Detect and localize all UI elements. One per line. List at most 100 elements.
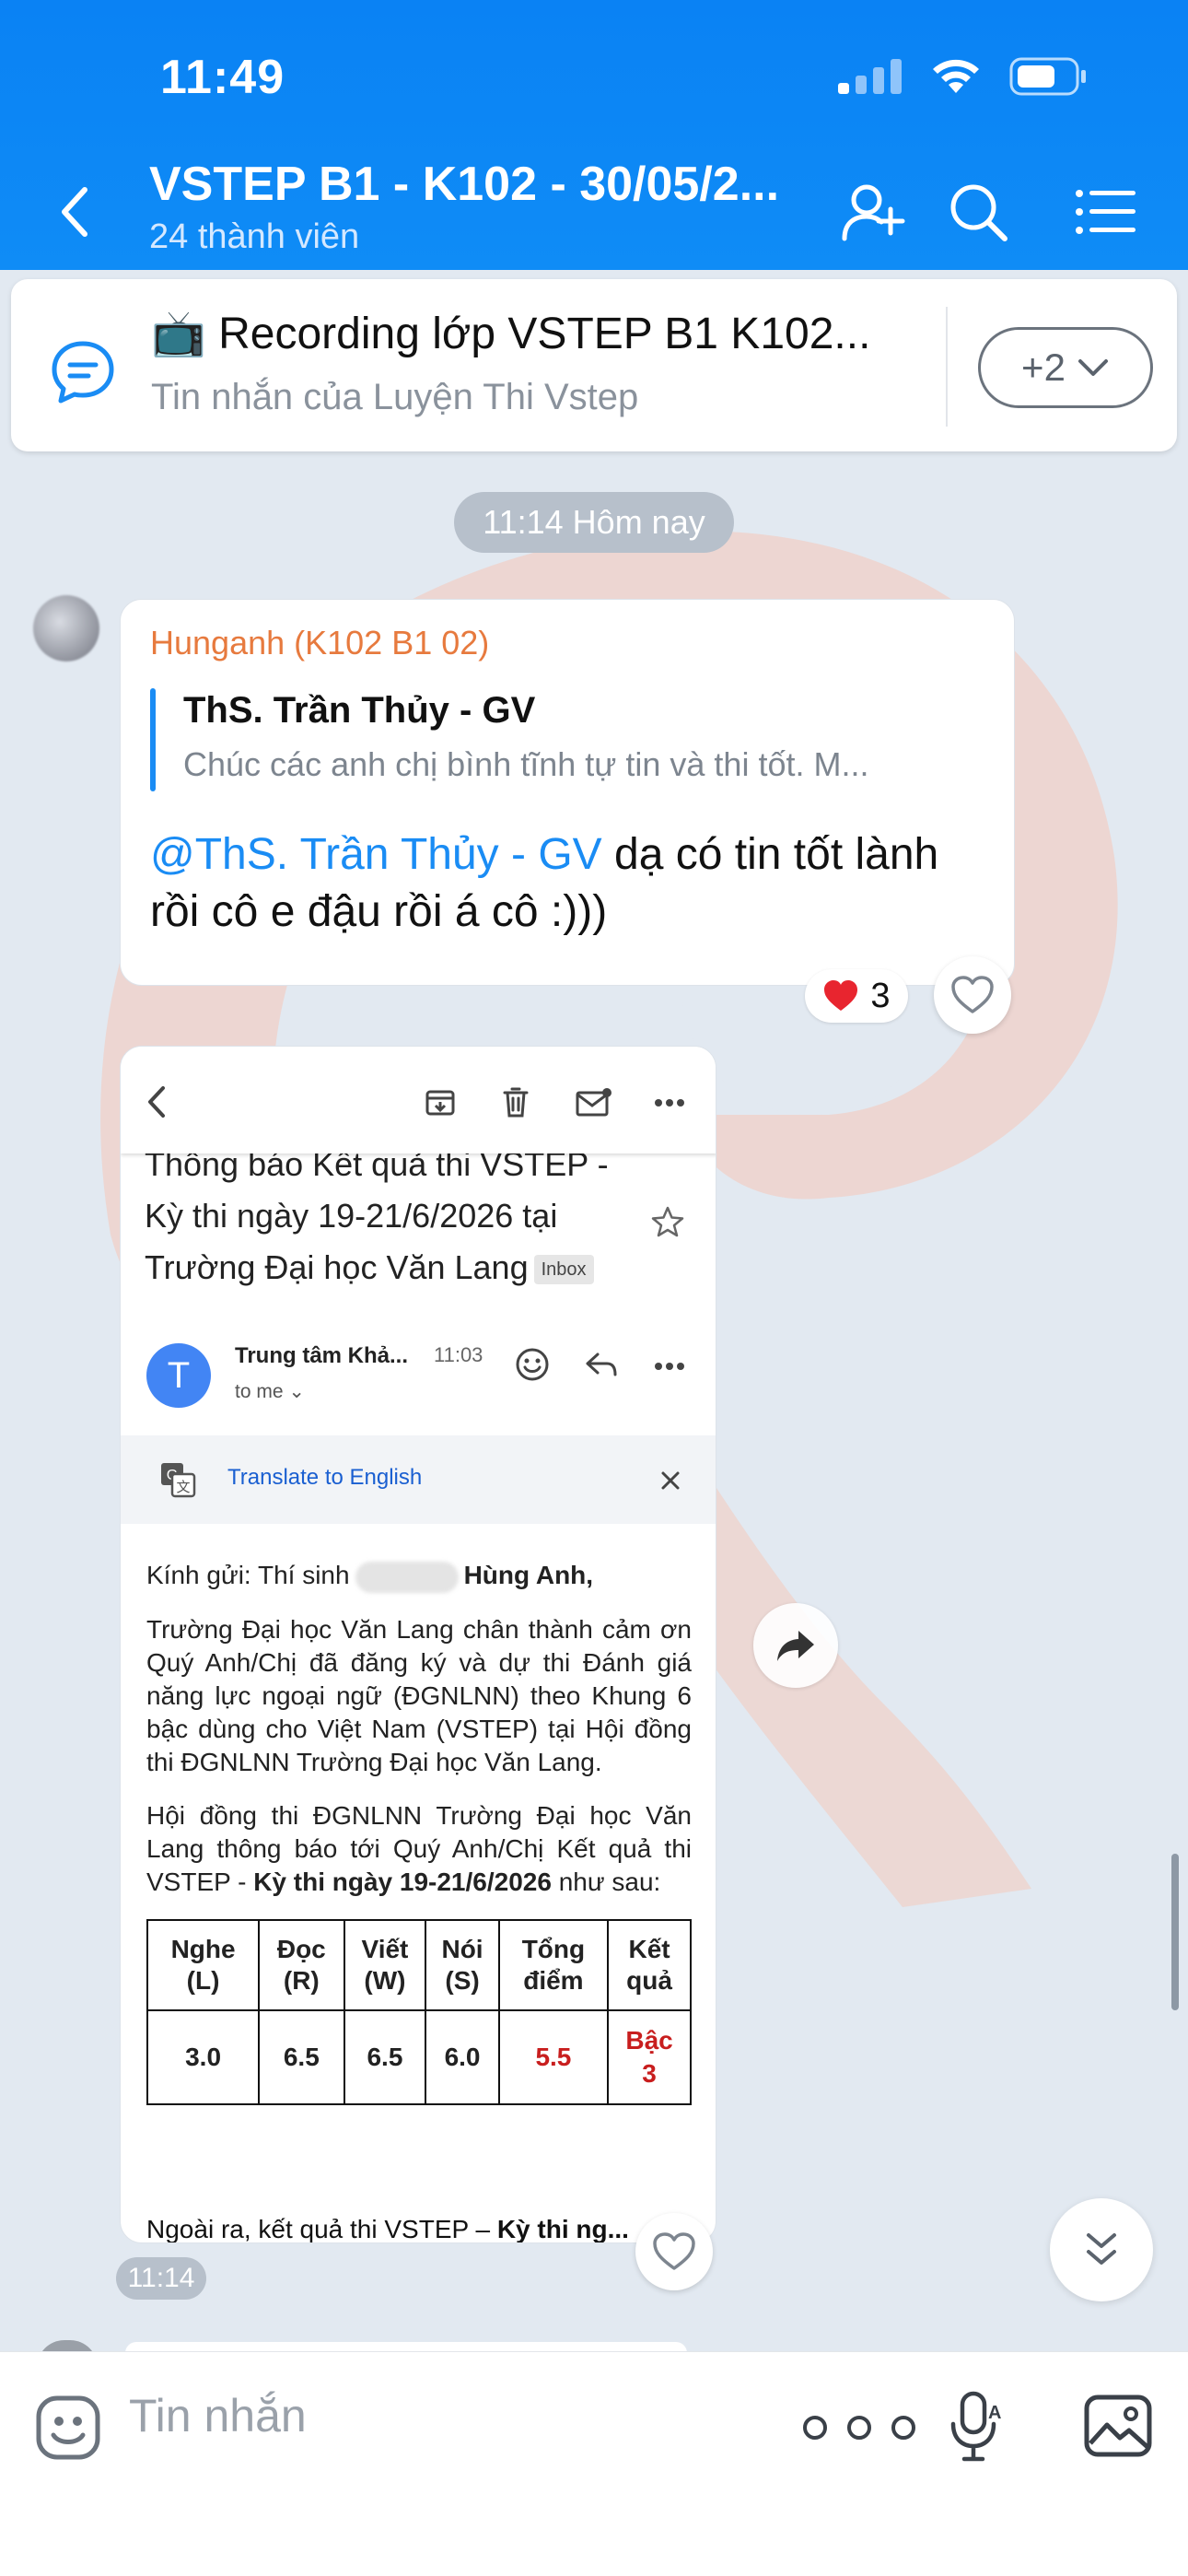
reaction-badge[interactable]: 3 (805, 969, 908, 1023)
greeting-prefix: Kính gửi: Thí sinh (146, 1561, 350, 1589)
quoted-author[interactable]: ThS. Trần Thủy - GV (183, 690, 535, 732)
list-menu-icon (1076, 190, 1136, 234)
photo-button[interactable] (1079, 2389, 1157, 2463)
level-text: Bậc (625, 2025, 673, 2055)
header-total: Tổng điểm (497, 1918, 610, 2011)
header-text: Viết (361, 1934, 409, 1963)
scroll-to-bottom-button[interactable] (1050, 2198, 1153, 2301)
scrollbar[interactable] (1171, 1854, 1179, 2010)
email-paragraph: Hội đồng thi ĐGNLNN Trường Đại học Văn L… (146, 1799, 692, 1899)
footer-bold: Kỳ thi ng... (496, 2215, 629, 2243)
message-input[interactable]: Tin nhắn (129, 2389, 307, 2442)
chevron-left-icon (148, 1086, 165, 1118)
footer-prefix: Ngoài ra, kết quả thi VSTEP – (146, 2215, 497, 2243)
quoted-text[interactable]: Chúc các anh chị bình tĩnh tự tin và thi… (183, 745, 984, 784)
sender-name[interactable]: Hunganh (K102 B1 02) (150, 624, 489, 662)
chat-header: 11:49 VSTEP B1 - K102 - 30/05/2... 24 th… (0, 0, 1188, 270)
score-writing: 6.5 (343, 2008, 427, 2105)
para2-suffix: như sau: (551, 1867, 661, 1896)
header-writing: Viết (W) (343, 1918, 427, 2011)
email-recipient: to me ⌄ (235, 1380, 305, 1403)
tv-emoji: 📺 (151, 310, 206, 358)
wifi-icon (933, 59, 979, 93)
chevron-left-icon (62, 187, 87, 237)
status-bar-time: 11:49 (160, 51, 285, 104)
add-member-button[interactable] (836, 175, 910, 249)
message-bubble[interactable]: Hunganh (K102 B1 02) ThS. Trần Thủy - GV… (120, 599, 1015, 986)
search-icon (950, 184, 1007, 241)
battery-icon (1009, 57, 1086, 96)
score-reading: 6.5 (258, 2008, 345, 2105)
search-button[interactable] (941, 175, 1015, 249)
message-time: 11:14 (116, 2257, 206, 2300)
header-text: quả (626, 1965, 672, 1995)
quote-bar (150, 688, 156, 791)
mark-unread-icon (576, 1088, 611, 1117)
sticker-button[interactable] (31, 2391, 105, 2465)
more-pinned-button[interactable]: +2 (978, 327, 1153, 408)
emoji-react-icon (516, 1348, 549, 1381)
header-text: Nói (441, 1934, 483, 1963)
reply-icon (586, 1352, 617, 1376)
email-body: Kính gửi: Thí sinh Hùng Anh, Trường Đại h… (146, 1559, 692, 2105)
image-gallery-icon (1084, 2395, 1152, 2457)
like-button[interactable] (635, 2213, 713, 2290)
microphone-icon: A (950, 2391, 1001, 2462)
heart-outline-icon (653, 2232, 695, 2270)
exam-date: Kỳ thi ngày 19-21/6/2026 (253, 1867, 552, 1896)
add-person-icon (842, 184, 905, 241)
chat-bubble-icon (52, 341, 114, 404)
forward-button[interactable] (753, 1603, 838, 1688)
image-message[interactable]: Thông báo Kết quả thi VSTEP - Kỳ thi ngà… (120, 1046, 716, 2243)
header-text: (W) (364, 1965, 406, 1995)
pinned-title-text: Recording lớp VSTEP B1 K102... (218, 310, 871, 358)
more-options-icon (655, 1099, 684, 1107)
translate-link: Translate to English (227, 1465, 423, 1490)
redacted-name (355, 1561, 459, 1593)
trash-icon (503, 1087, 529, 1118)
chevron-down-icon: ⌄ (288, 1381, 305, 1402)
greeting-name: Hùng Anh, (463, 1561, 594, 1589)
share-forward-icon (777, 1631, 814, 1661)
status-icons (838, 57, 1087, 96)
score-table-row: 3.0 6.5 6.5 6.0 5.5 Bậc 3 (146, 2008, 692, 2105)
score-listening: 3.0 (146, 2008, 261, 2105)
email-sender-name: Trung tâm Khả... (235, 1343, 409, 1368)
sticker-icon (36, 2395, 100, 2460)
translate-icon: G文 (161, 1463, 196, 1498)
date-separator: 11:14 Hôm nay (454, 492, 734, 553)
header-text: (R) (283, 1965, 320, 1995)
close-icon (661, 1471, 680, 1490)
like-button[interactable] (934, 956, 1011, 1034)
pinned-message-source: Tin nhắn của Luyện Thi Vstep (151, 377, 639, 417)
message-composer: Tin nhắn A (0, 2351, 1188, 2576)
header-text: Kết (628, 1934, 670, 1963)
score-table: Nghe (L) Đọc (R) Viết (W) Nói (S) Tổng điểm K… (146, 1918, 692, 2105)
avatar[interactable] (33, 595, 99, 662)
svg-text:A: A (988, 2403, 1001, 2423)
score-table-header: Nghe (L) Đọc (R) Viết (W) Nói (S) Tổng điểm K… (146, 1918, 692, 2011)
more-options-icon (803, 2416, 915, 2440)
inbox-label: Inbox (533, 1255, 594, 1285)
header-result: Kết quả (607, 1918, 692, 2011)
email-recipient-text: to me (235, 1381, 284, 1402)
svg-text:文: 文 (176, 1480, 190, 1495)
pinned-message-bar[interactable]: 📺 Recording lớp VSTEP B1 K102... Tin nhắ… (11, 279, 1177, 451)
menu-button[interactable] (1068, 175, 1142, 249)
email-time: 11:03 (434, 1343, 483, 1366)
member-count[interactable]: 24 thành viên (149, 217, 359, 257)
more-options-button[interactable] (799, 2400, 919, 2455)
heart-icon (824, 980, 858, 1011)
chevron-down-icon (1077, 359, 1108, 376)
chat-title[interactable]: VSTEP B1 - K102 - 30/05/2... (149, 157, 803, 212)
back-button[interactable] (57, 175, 103, 249)
voice-message-button[interactable]: A (943, 2387, 1007, 2466)
header-text: Đọc (276, 1934, 326, 1963)
message-text: @ThS. Trần Thủy - GV dạ có tin tốt lành … (150, 826, 997, 941)
mention-link[interactable]: @ThS. Trần Thủy - GV (150, 830, 602, 879)
email-sender-avatar: T (146, 1343, 211, 1408)
score-total: 5.5 (497, 2008, 610, 2105)
reaction-count: 3 (870, 976, 891, 1015)
header-text: Tổng (521, 1934, 586, 1963)
more-options-icon (655, 1363, 684, 1370)
